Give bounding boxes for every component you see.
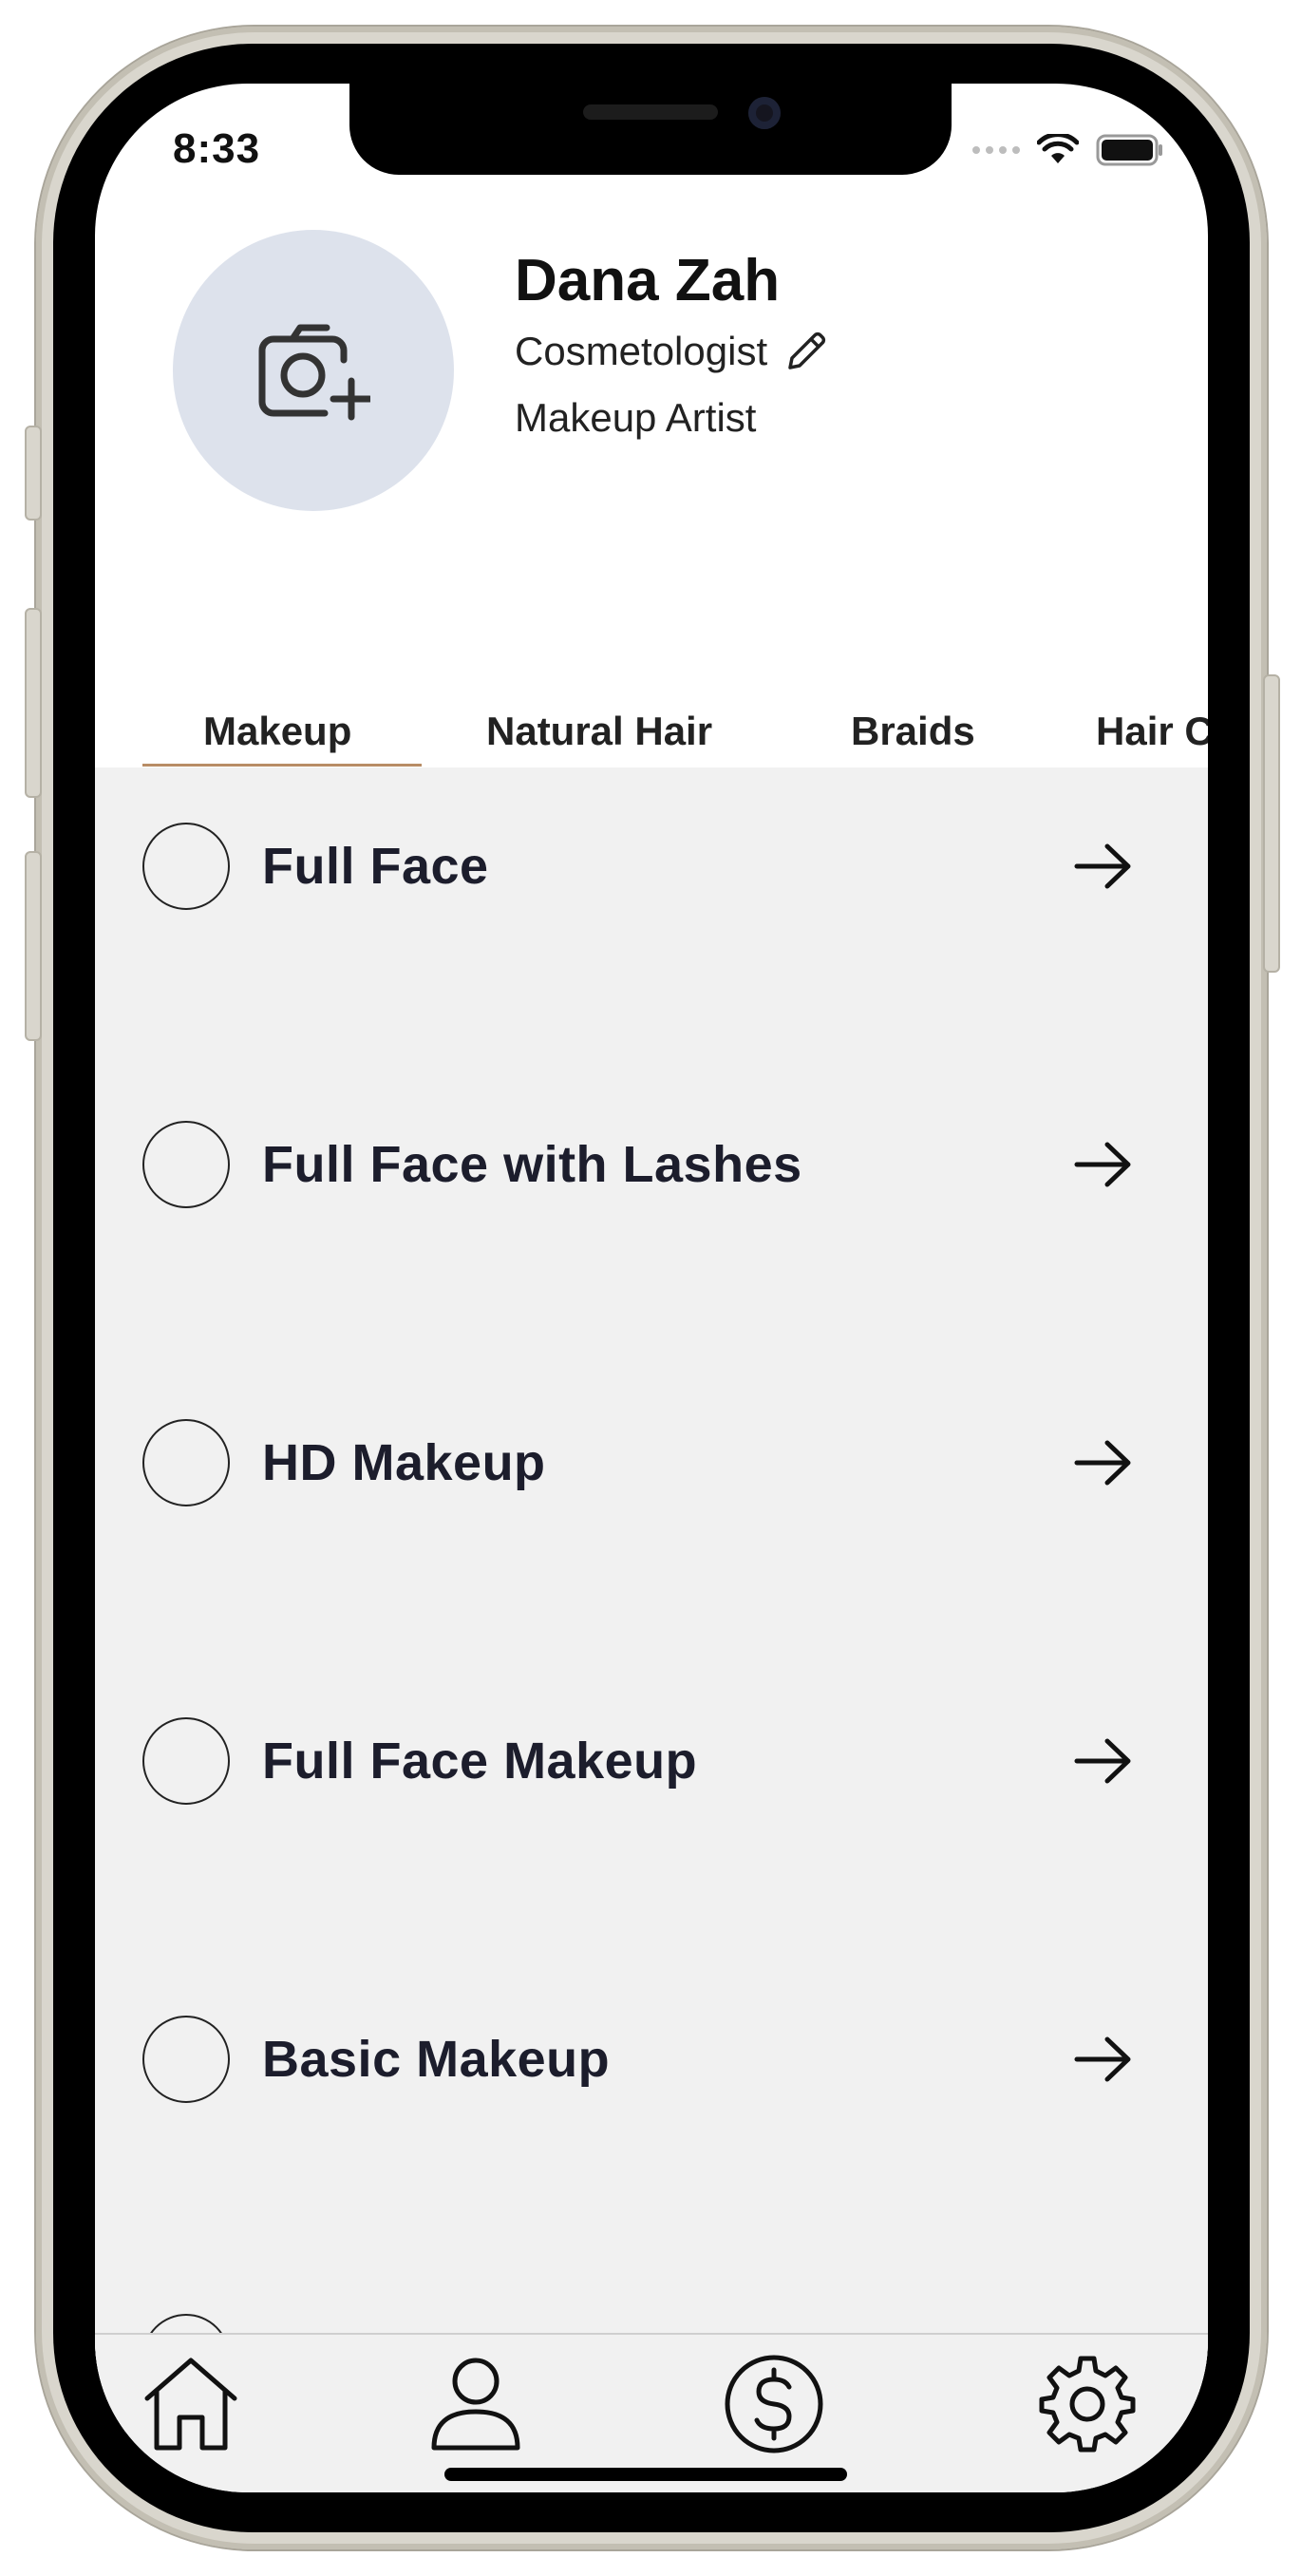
service-label: Full Face xyxy=(262,838,489,895)
speaker xyxy=(583,104,718,120)
notch xyxy=(349,84,952,175)
list-item[interactable]: Full Face with Lashes xyxy=(95,1117,1208,1212)
list-item[interactable]: Full Face xyxy=(95,819,1208,914)
arrow-right-icon[interactable] xyxy=(1071,2031,1136,2088)
arrow-right-icon[interactable] xyxy=(1071,838,1136,895)
power-button xyxy=(1263,674,1280,973)
list-item[interactable]: Full Face Makeup xyxy=(95,1714,1208,1809)
service-label: HD Makeup xyxy=(262,1434,546,1491)
arrow-right-icon[interactable] xyxy=(1071,1136,1136,1193)
avatar-upload[interactable] xyxy=(173,230,454,511)
nav-settings[interactable] xyxy=(1035,2352,1140,2456)
profile-role-row: Cosmetologist xyxy=(515,329,828,374)
tab-active-indicator xyxy=(142,764,422,767)
arrow-right-icon[interactable] xyxy=(1071,1733,1136,1790)
battery-icon xyxy=(1096,134,1162,166)
pencil-icon[interactable] xyxy=(784,330,828,373)
front-camera xyxy=(748,97,781,129)
service-list: Full Face Full Face with Lashes HD Makeu… xyxy=(95,767,1208,2432)
screen: 8:33 Dana Zah Cosmetologist Makeup Artis… xyxy=(95,84,1208,2492)
status-icons xyxy=(972,131,1164,169)
service-label: Full Face with Lashes xyxy=(262,1136,802,1193)
profile-name: Dana Zah xyxy=(515,248,781,313)
camera-add-icon xyxy=(258,324,370,421)
nav-payments[interactable] xyxy=(722,2352,826,2456)
service-radio[interactable] xyxy=(142,2016,230,2103)
dollar-icon xyxy=(725,2355,823,2453)
mute-switch xyxy=(25,426,42,521)
nav-home[interactable] xyxy=(139,2352,243,2456)
person-icon xyxy=(431,2358,520,2451)
service-label: Full Face Makeup xyxy=(262,1733,698,1790)
volume-up-button xyxy=(25,608,42,798)
service-radio[interactable] xyxy=(142,823,230,910)
volume-down-button xyxy=(25,851,42,1041)
profile-specialty: Makeup Artist xyxy=(515,395,757,440)
service-radio[interactable] xyxy=(142,1419,230,1506)
home-icon xyxy=(144,2358,237,2451)
signal-icon xyxy=(972,146,1020,154)
gear-icon xyxy=(1039,2356,1136,2453)
service-radio[interactable] xyxy=(142,1717,230,1805)
list-item[interactable]: Basic Makeup xyxy=(95,2012,1208,2107)
list-item[interactable]: HD Makeup xyxy=(95,1415,1208,1510)
nav-profile[interactable] xyxy=(424,2352,528,2456)
arrow-right-icon[interactable] xyxy=(1071,1434,1136,1491)
service-label: Basic Makeup xyxy=(262,2031,611,2088)
wifi-icon xyxy=(1037,134,1079,163)
profile-role: Cosmetologist xyxy=(515,329,768,373)
status-time: 8:33 xyxy=(173,125,261,172)
home-indicator[interactable] xyxy=(444,2468,847,2481)
service-radio[interactable] xyxy=(142,1121,230,1208)
